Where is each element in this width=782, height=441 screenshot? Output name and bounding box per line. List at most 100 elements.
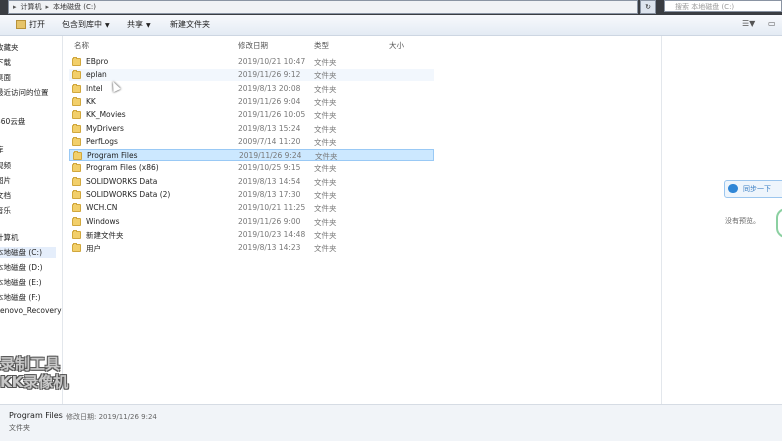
column-header-type[interactable]: 类型	[314, 40, 329, 51]
sidebar-item[interactable]: 本地磁盘 (C:)	[0, 247, 56, 258]
command-bar: 打开 包含到库中 ▼ 共享 ▼ 新建文件夹 ☰▼ ▭	[0, 15, 782, 36]
sidebar-item[interactable]: 桌面	[0, 72, 11, 83]
table-row[interactable]: Program Files (x86) 2019/10/25 9:15 文件夹	[69, 162, 434, 174]
sidebar-item[interactable]: 视频	[0, 160, 11, 171]
breadcrumb-computer[interactable]: 计算机	[21, 2, 42, 12]
table-row[interactable]: MyDrivers 2019/8/13 15:24 文件夹	[69, 123, 434, 135]
sidebar-item[interactable]: 音乐	[0, 205, 11, 216]
sidebar-item[interactable]: 库	[0, 144, 4, 155]
refresh-button[interactable]: ↻	[640, 0, 656, 14]
cloud-sync-button[interactable]: 同步一下	[724, 180, 782, 198]
table-row[interactable]: 新建文件夹 2019/10/23 14:48 文件夹	[69, 229, 434, 241]
file-list: 名称 ˆ 修改日期 类型 大小 EBpro2019/10/21 10:47文件夹…	[63, 36, 660, 404]
folder-icon	[72, 163, 81, 173]
table-row[interactable]: Intel 2019/8/13 20:08 文件夹	[69, 83, 434, 95]
file-date: 2009/7/14 11:20	[238, 136, 301, 146]
table-row[interactable]: eplan 2019/11/26 9:12 文件夹	[69, 69, 434, 82]
folder-icon	[72, 136, 81, 146]
selected-item-type: 文件夹	[9, 424, 30, 432]
include-in-library-button[interactable]: 包含到库中 ▼	[62, 19, 110, 31]
file-date: 2019/10/21 10:47	[238, 57, 306, 66]
file-name: Windows	[86, 216, 120, 226]
sidebar-item[interactable]: 下载	[0, 57, 11, 68]
file-name: SOLIDWORKS Data (2)	[86, 190, 171, 199]
folder-icon	[72, 229, 81, 239]
recorder-watermark: 录制工具 KK录像机	[0, 355, 68, 391]
sidebar-item[interactable]: 本地磁盘 (D:)	[0, 262, 43, 273]
no-preview-text: 没有预览。	[725, 217, 760, 225]
folder-icon	[72, 190, 81, 199]
folder-icon	[72, 83, 81, 93]
sidebar-item[interactable]: 计算机	[0, 232, 19, 243]
table-row[interactable]: 用户 2019/8/13 14:23 文件夹	[69, 242, 434, 254]
chevron-down-icon: ▼	[105, 22, 110, 29]
table-row[interactable]: Windows 2019/11/26 9:00 文件夹	[69, 216, 434, 228]
folder-icon	[72, 96, 81, 106]
column-header-size[interactable]: 大小	[389, 40, 404, 51]
title-bar: ▸ 计算机 ▸ 本地磁盘 (C:) ↻ 搜索 本地磁盘 (C:)	[0, 0, 782, 15]
file-type: 文件夹	[314, 137, 337, 147]
sidebar-item[interactable]: 本地磁盘 (E:)	[0, 277, 42, 288]
selected-item-name: Program Files	[9, 411, 63, 420]
cloud-icon	[728, 184, 738, 193]
view-options-button[interactable]: ☰▼	[742, 19, 755, 28]
chevron-right-icon[interactable]: ▸	[46, 3, 50, 11]
file-type: 文件夹	[314, 244, 337, 254]
file-name: 新建文件夹	[86, 230, 124, 240]
refresh-icon: ↻	[645, 3, 651, 11]
open-folder-icon	[16, 20, 26, 29]
cloud-sync-label: 同步一下	[743, 185, 771, 193]
watermark-line-2: KK录像机	[0, 373, 69, 391]
sidebar-item[interactable]: 文档	[0, 190, 11, 201]
table-row[interactable]: Program Files 2019/11/26 9:24 文件夹	[69, 149, 434, 162]
sidebar-item[interactable]: 本地磁盘 (F:)	[0, 292, 41, 303]
table-row[interactable]: SOLIDWORKS Data (2) 2019/8/13 17:30 文件夹	[69, 189, 434, 201]
share-button[interactable]: 共享 ▼	[127, 19, 151, 31]
file-type: 文件夹	[314, 97, 337, 107]
watermark-line-1: 录制工具	[0, 355, 61, 373]
table-row[interactable]: SOLIDWORKS Data 2019/8/13 14:54 文件夹	[69, 176, 434, 188]
sidebar-item[interactable]: 收藏夹	[0, 42, 19, 53]
breadcrumb-c-drive[interactable]: 本地磁盘 (C:)	[53, 2, 96, 12]
file-type: 文件夹	[314, 164, 337, 174]
selected-item-modified: 修改日期: 2019/11/26 9:24	[66, 413, 157, 421]
sidebar-item[interactable]: 360云盘	[0, 116, 25, 127]
new-folder-label: 新建文件夹	[170, 20, 210, 29]
chevron-down-icon: ▼	[749, 19, 756, 28]
table-row[interactable]: PerfLogs 2009/7/14 11:20 文件夹	[69, 136, 434, 148]
column-header-name[interactable]: 名称	[74, 40, 89, 51]
file-name: Intel	[86, 83, 103, 93]
file-type: 文件夹	[314, 58, 337, 67]
file-name: Program Files	[87, 151, 138, 161]
sidebar-item[interactable]: 图片	[0, 175, 11, 186]
column-header-date[interactable]: 修改日期	[238, 40, 268, 51]
file-name: KK_Movies	[86, 110, 126, 120]
sidebar-item[interactable]: 最近访问的位置	[0, 87, 49, 98]
file-type: 文件夹	[314, 124, 337, 134]
preview-pane-icon: ▭	[768, 19, 776, 28]
file-name: 用户	[86, 244, 101, 254]
chevron-right-icon: ▸	[13, 3, 17, 11]
file-date: 2019/11/26 9:12	[238, 70, 301, 80]
new-folder-button[interactable]: 新建文件夹	[170, 19, 210, 31]
floating-ring-icon[interactable]	[776, 208, 782, 238]
file-name: Program Files (x86)	[86, 163, 159, 173]
folder-icon	[73, 151, 82, 161]
folder-icon	[72, 70, 81, 80]
sidebar-item[interactable]: Lenovo_Recovery (G:)	[0, 306, 62, 315]
table-row[interactable]: KK 2019/11/26 9:04 文件夹	[69, 96, 434, 108]
preview-pane-button[interactable]: ▭	[768, 19, 776, 28]
search-input[interactable]: 搜索 本地磁盘 (C:)	[664, 0, 782, 12]
file-type: 文件夹	[314, 111, 337, 121]
table-row[interactable]: KK_Movies 2019/11/26 10:05 文件夹	[69, 109, 434, 121]
table-row[interactable]: WCH.CN 2019/10/21 11:25 文件夹	[69, 202, 434, 214]
file-name: KK	[86, 96, 96, 106]
file-type: 文件夹	[314, 177, 337, 187]
open-button[interactable]: 打开	[16, 19, 45, 31]
address-bar[interactable]: ▸ 计算机 ▸ 本地磁盘 (C:)	[8, 0, 638, 14]
file-type: 文件夹	[314, 191, 337, 200]
file-date: 2019/10/23 14:48	[238, 229, 306, 239]
share-label: 共享	[127, 20, 143, 29]
folder-icon	[72, 203, 81, 213]
table-row[interactable]: EBpro 2019/10/21 10:47 文件夹	[69, 56, 434, 68]
